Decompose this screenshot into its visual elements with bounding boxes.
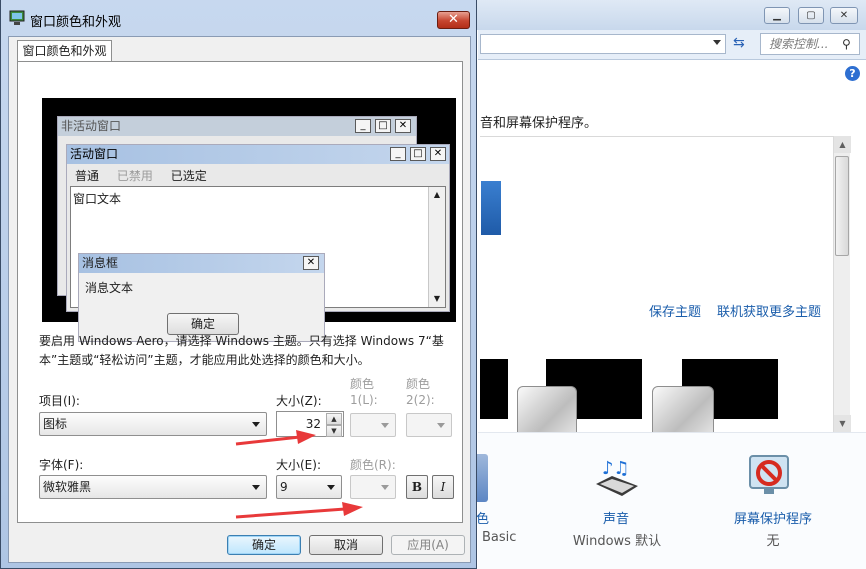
annotation-arrow: [235, 502, 363, 519]
annotation-arrow: [235, 430, 316, 446]
annotation-arrows: [235, 430, 363, 519]
